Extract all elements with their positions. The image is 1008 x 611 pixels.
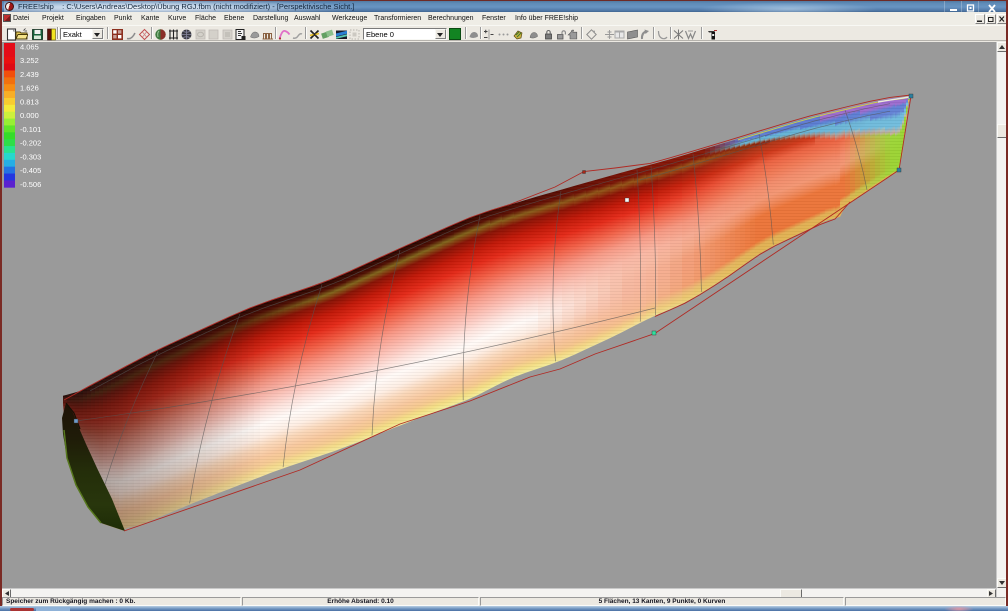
svg-text:-0.506: -0.506 [20,180,41,189]
svg-text:0.813: 0.813 [20,98,39,107]
svg-text:-0.202: -0.202 [20,139,41,148]
svg-text:-0.101: -0.101 [20,125,41,134]
svg-text:4.065: 4.065 [20,43,39,52]
svg-text:3.252: 3.252 [20,56,39,65]
svg-text:1.626: 1.626 [20,84,39,93]
svg-text:0.000: 0.000 [20,111,39,120]
svg-text:2.439: 2.439 [20,70,39,79]
svg-text:-0.303: -0.303 [20,152,41,161]
svg-text:-0.405: -0.405 [20,166,41,175]
